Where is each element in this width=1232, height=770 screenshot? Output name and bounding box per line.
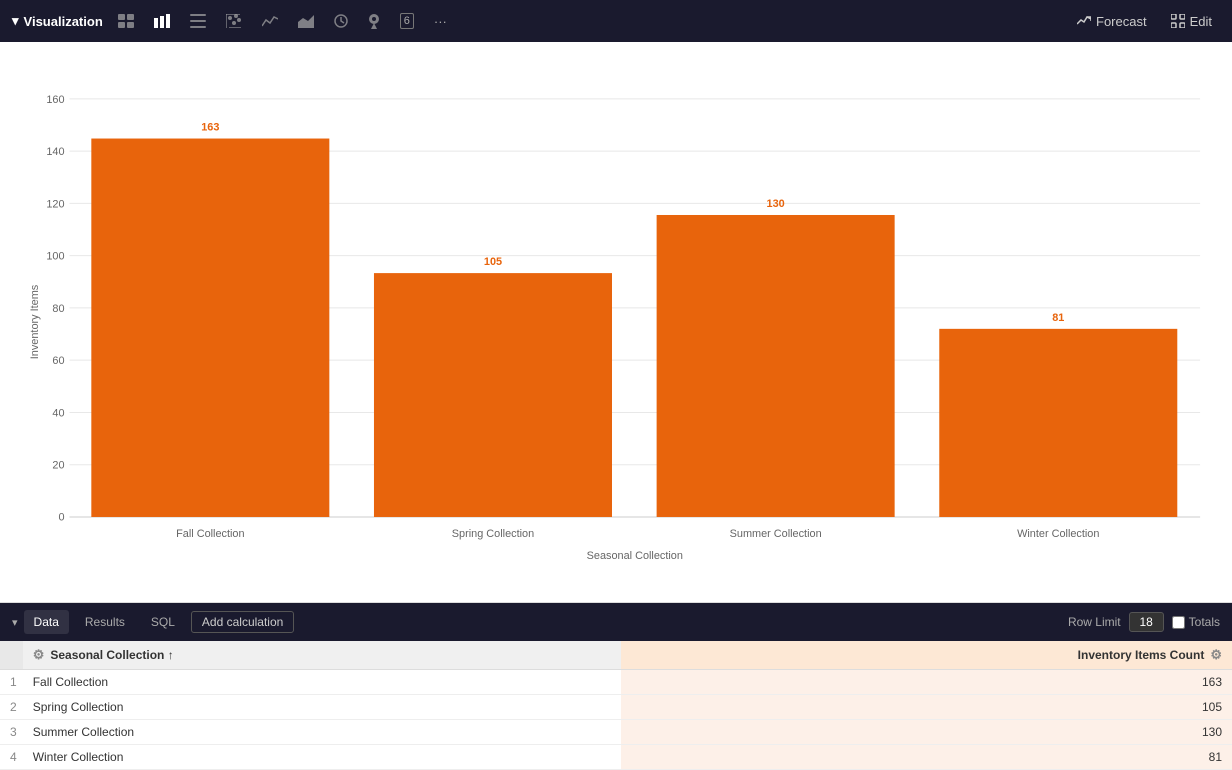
table-icon-btn[interactable] xyxy=(113,10,139,32)
x-label-summer: Summer Collection xyxy=(730,528,822,540)
row-num-cell: 4 xyxy=(0,745,23,770)
bar-label-spring: 105 xyxy=(484,256,502,268)
bar-label-fall: 163 xyxy=(201,122,219,134)
table-row: 3 Summer Collection 130 xyxy=(0,720,1232,745)
y-tick-80: 80 xyxy=(52,303,64,315)
six-label: 6 xyxy=(400,13,414,29)
col1-cell: Fall Collection xyxy=(23,670,622,695)
col1-gear-icon[interactable]: ⚙ xyxy=(33,647,45,663)
results-tab[interactable]: Results xyxy=(75,610,135,634)
area-icon-btn[interactable] xyxy=(293,10,319,32)
clock-icon-btn[interactable] xyxy=(329,10,353,32)
col2-cell: 130 xyxy=(621,720,1232,745)
bottom-toolbar-left: ▾ Data Results SQL Add calculation xyxy=(12,610,1060,634)
col2-header-content: Inventory Items Count ⚙ xyxy=(631,647,1222,663)
col1-header: ⚙ Seasonal Collection ↑ xyxy=(23,641,622,670)
more-icon-btn[interactable]: ··· xyxy=(429,10,452,33)
forecast-label: Forecast xyxy=(1096,14,1147,29)
col2-header-text: Inventory Items Count xyxy=(1078,648,1205,662)
col1-cell: Spring Collection xyxy=(23,695,622,720)
edit-label: Edit xyxy=(1190,14,1212,29)
y-tick-100: 100 xyxy=(46,251,64,263)
totals-label: Totals xyxy=(1172,615,1220,629)
add-calculation-button[interactable]: Add calculation xyxy=(191,611,294,633)
col2-header: Inventory Items Count ⚙ xyxy=(621,641,1232,670)
chart-area: Inventory Items 0 20 40 60 80 100 120 14… xyxy=(0,42,1232,602)
col2-cell: 163 xyxy=(621,670,1232,695)
bottom-toolbar: ▾ Data Results SQL Add calculation Row L… xyxy=(0,603,1232,641)
bar-label-winter: 81 xyxy=(1052,312,1064,324)
bar-spring-collection[interactable] xyxy=(374,273,612,517)
bottom-panel: ▾ Data Results SQL Add calculation Row L… xyxy=(0,602,1232,770)
pin-icon-btn[interactable] xyxy=(363,9,385,33)
sql-tab[interactable]: SQL xyxy=(141,610,185,634)
table-body: 1 Fall Collection 163 2 Spring Collectio… xyxy=(0,670,1232,770)
row-num-cell: 3 xyxy=(0,720,23,745)
data-tab-arrow: ▾ xyxy=(12,616,18,629)
totals-checkbox[interactable] xyxy=(1172,616,1185,629)
bar-chart-svg: Inventory Items 0 20 40 60 80 100 120 14… xyxy=(10,52,1212,592)
data-table: ⚙ Seasonal Collection ↑ Inventory Items … xyxy=(0,641,1232,770)
table-row: 1 Fall Collection 163 xyxy=(0,670,1232,695)
dropdown-arrow[interactable]: ▾ xyxy=(12,13,19,29)
col2-cell: 81 xyxy=(621,745,1232,770)
toolbar-right: Forecast Edit xyxy=(1069,10,1220,33)
bar-chart-icon-btn[interactable] xyxy=(149,10,175,32)
col1-cell: Summer Collection xyxy=(23,720,622,745)
y-tick-0: 0 xyxy=(58,511,64,523)
col1-header-content: ⚙ Seasonal Collection ↑ xyxy=(33,647,612,663)
y-tick-60: 60 xyxy=(52,355,64,367)
six-icon-btn[interactable]: 6 xyxy=(395,9,419,33)
col1-header-text: Seasonal Collection ↑ xyxy=(50,648,173,662)
list-icon-btn[interactable] xyxy=(185,10,211,32)
visualization-title: ▾ Visualization xyxy=(12,13,103,29)
line-icon-btn[interactable] xyxy=(257,10,283,32)
edit-button[interactable]: Edit xyxy=(1163,10,1220,33)
y-tick-160: 160 xyxy=(46,94,64,106)
row-num-cell: 2 xyxy=(0,695,23,720)
y-tick-140: 140 xyxy=(46,146,64,158)
totals-text: Totals xyxy=(1189,615,1220,629)
x-label-winter: Winter Collection xyxy=(1017,528,1099,540)
row-num-cell: 1 xyxy=(0,670,23,695)
col2-cell: 105 xyxy=(621,695,1232,720)
bar-fall-collection[interactable] xyxy=(91,139,329,517)
more-dots: ··· xyxy=(434,14,447,29)
bar-winter-collection[interactable] xyxy=(939,329,1177,517)
col1-cell: Winter Collection xyxy=(23,745,622,770)
col2-gear-icon[interactable]: ⚙ xyxy=(1210,647,1222,663)
forecast-button[interactable]: Forecast xyxy=(1069,10,1155,33)
toolbar-left: ▾ Visualization xyxy=(12,9,1059,33)
table-header-row: ⚙ Seasonal Collection ↑ Inventory Items … xyxy=(0,641,1232,670)
table-row: 2 Spring Collection 105 xyxy=(0,695,1232,720)
x-axis-title: Seasonal Collection xyxy=(587,550,683,562)
y-tick-20: 20 xyxy=(52,460,64,472)
scatter-icon-btn[interactable] xyxy=(221,10,247,32)
bottom-toolbar-right: Row Limit Totals xyxy=(1068,612,1220,632)
bar-label-summer: 130 xyxy=(767,198,785,210)
y-tick-120: 120 xyxy=(46,198,64,210)
top-toolbar: ▾ Visualization xyxy=(0,0,1232,42)
table-row: 4 Winter Collection 81 xyxy=(0,745,1232,770)
x-label-spring: Spring Collection xyxy=(452,528,534,540)
toolbar-title-text: Visualization xyxy=(24,14,103,29)
x-label-fall: Fall Collection xyxy=(176,528,244,540)
y-axis-title: Inventory Items xyxy=(29,284,41,359)
row-num-header xyxy=(0,641,23,670)
bar-summer-collection[interactable] xyxy=(657,215,895,517)
row-limit-label: Row Limit xyxy=(1068,615,1121,629)
data-tab[interactable]: Data xyxy=(24,610,69,634)
y-tick-40: 40 xyxy=(52,407,64,419)
row-limit-input[interactable] xyxy=(1129,612,1164,632)
